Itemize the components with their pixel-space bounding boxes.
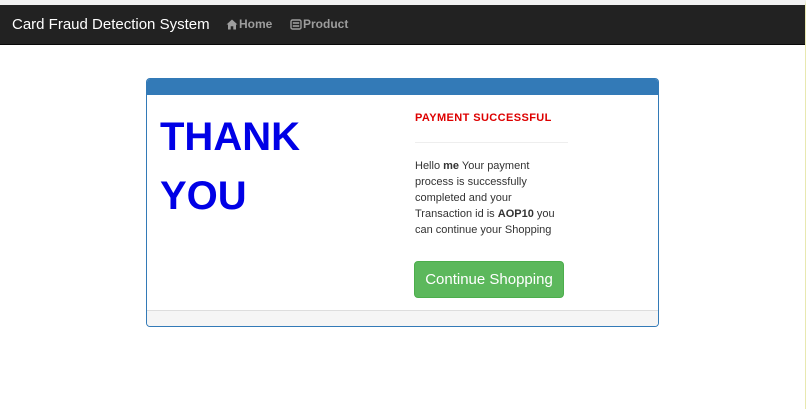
payment-message: Hello me Your payment process is success… <box>415 158 555 238</box>
message-greeting: Hello <box>415 160 441 172</box>
product-icon <box>290 18 303 30</box>
nav-home-label: Home <box>239 17 273 31</box>
divider <box>415 142 568 143</box>
nav-home-link[interactable]: Home <box>226 17 272 31</box>
payment-status-title: PAYMENT SUCCESSFUL <box>415 112 552 124</box>
payment-result-panel: THANK YOU PAYMENT SUCCESSFUL Hello me Yo… <box>146 78 659 327</box>
panel-heading <box>147 79 658 95</box>
top-navbar: Card Fraud Detection System Home Product <box>0 5 805 45</box>
transaction-id: AOP10 <box>497 208 534 220</box>
user-name: me <box>443 160 460 172</box>
browser-viewport: Card Fraud Detection System Home Product <box>0 0 806 409</box>
home-icon <box>226 19 239 30</box>
nav-product-label: Product <box>303 17 349 31</box>
nav-product-link[interactable]: Product <box>290 17 348 31</box>
thank-you-heading-line-2: YOU <box>160 174 247 218</box>
brand-link[interactable]: Card Fraud Detection System <box>12 16 210 33</box>
thank-you-heading-line-1: THANK <box>160 115 300 159</box>
panel-footer <box>147 310 658 326</box>
continue-shopping-button[interactable]: Continue Shopping <box>414 261 564 298</box>
